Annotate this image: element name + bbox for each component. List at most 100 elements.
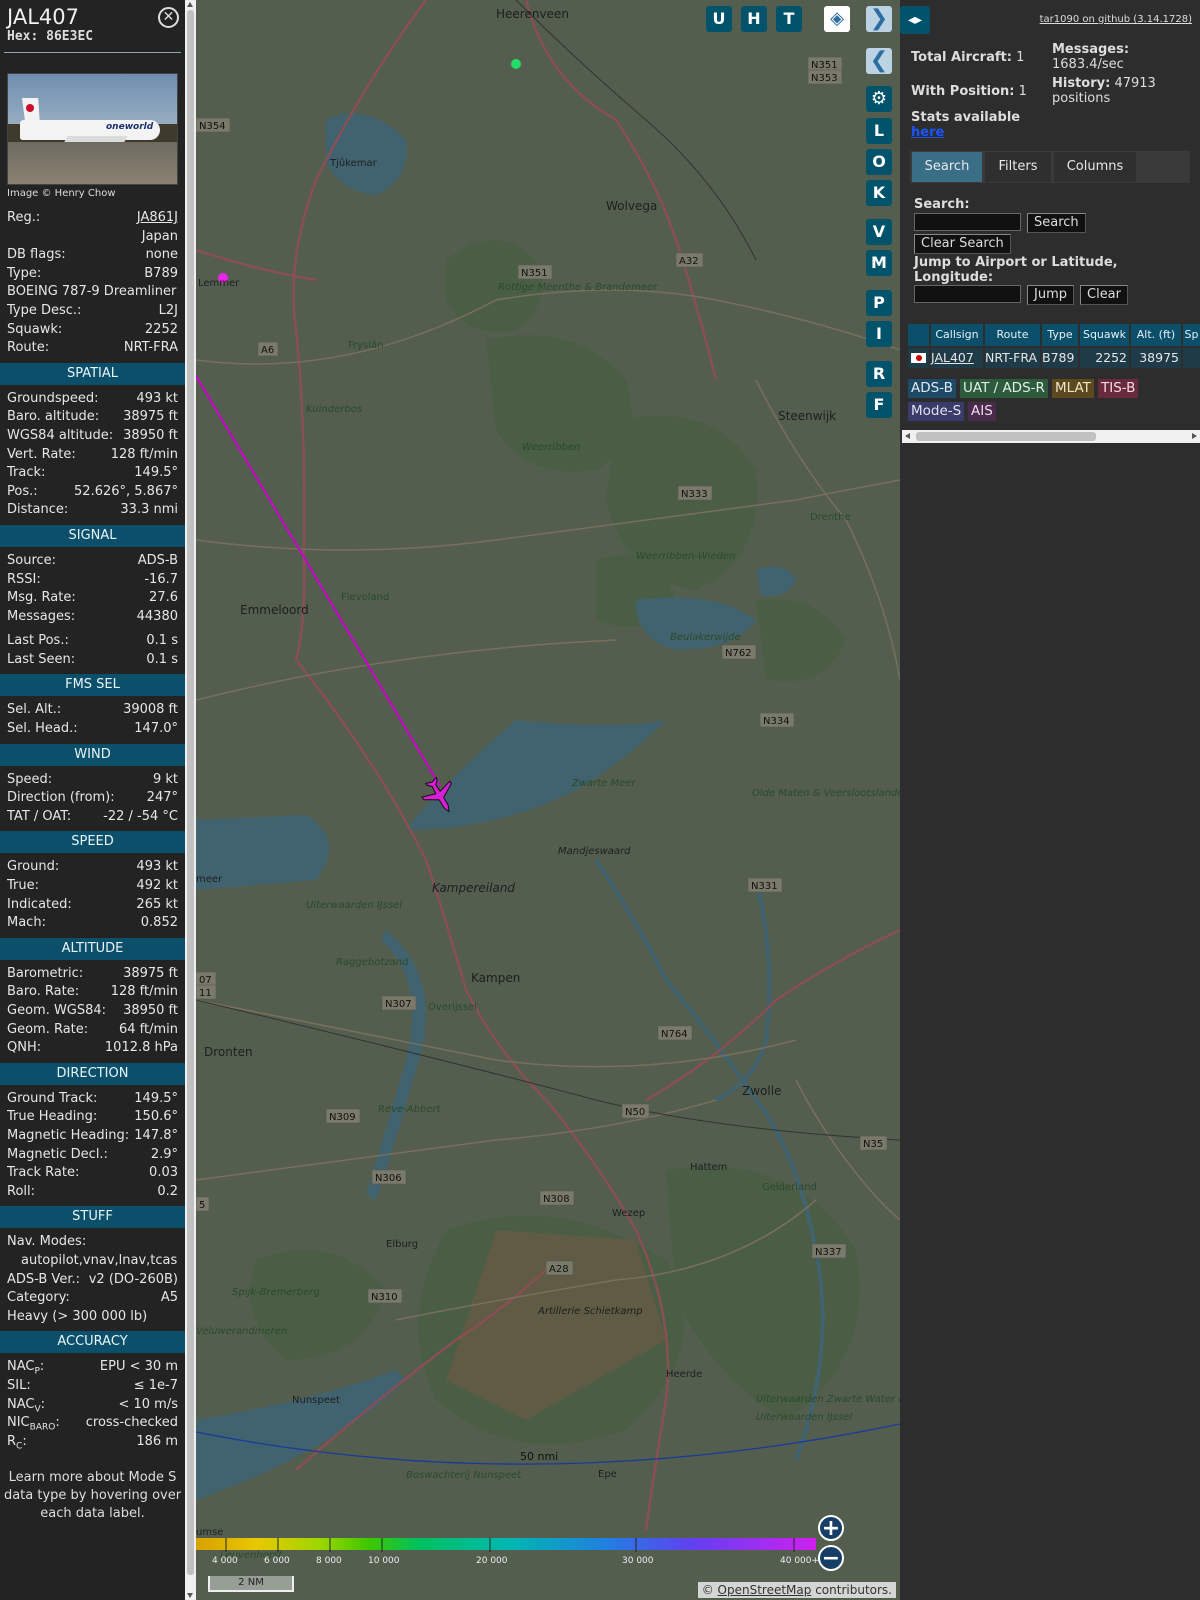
receiver-marker[interactable] bbox=[511, 59, 521, 69]
toggle-U-button[interactable]: U bbox=[706, 6, 732, 32]
info-label[interactable]: Last Seen: bbox=[7, 651, 75, 670]
close-icon[interactable]: ✕ bbox=[158, 7, 179, 28]
source-adsb[interactable]: ADS-B bbox=[908, 379, 956, 398]
info-label[interactable]: NICBARO: bbox=[7, 1414, 60, 1433]
route-column-header[interactable]: Route bbox=[985, 324, 1040, 346]
tab-search[interactable]: Search bbox=[912, 152, 982, 182]
info-scrollbar[interactable] bbox=[185, 0, 196, 1600]
search-button[interactable]: Search bbox=[1027, 213, 1086, 233]
scrollbar-thumb[interactable] bbox=[187, 10, 194, 1575]
github-link[interactable]: tar1090 on github (3.14.1728) bbox=[1040, 14, 1192, 25]
squawk-column-header[interactable]: Squawk bbox=[1080, 324, 1129, 346]
flag-column-header[interactable] bbox=[908, 324, 929, 346]
info-label[interactable]: Reg.: bbox=[7, 209, 40, 228]
info-label[interactable]: Category: bbox=[7, 1289, 70, 1308]
info-label[interactable]: Speed: bbox=[7, 771, 52, 790]
info-label[interactable]: RC: bbox=[7, 1433, 27, 1452]
info-label[interactable]: NACV: bbox=[7, 1396, 45, 1415]
jump-input[interactable] bbox=[914, 285, 1021, 303]
info-label[interactable]: Sel. Head.: bbox=[7, 720, 78, 739]
aircraft-photo[interactable]: oneworld bbox=[7, 73, 178, 185]
info-label[interactable]: Vert. Rate: bbox=[7, 446, 76, 465]
toggle-P-button[interactable]: P bbox=[866, 290, 892, 316]
source-tisb[interactable]: TIS-B bbox=[1098, 379, 1139, 398]
toggle-V-button[interactable]: V bbox=[866, 219, 892, 245]
split-panel-icon[interactable]: ◂▸ bbox=[900, 6, 930, 34]
info-label[interactable]: Source: bbox=[7, 552, 56, 571]
layers-icon[interactable]: ◈ bbox=[824, 6, 850, 32]
toggle-O-button[interactable]: O bbox=[866, 149, 892, 175]
info-label[interactable]: QNH: bbox=[7, 1039, 41, 1058]
clear-search-button[interactable]: Clear Search bbox=[914, 234, 1011, 254]
stats-link[interactable]: here bbox=[911, 125, 944, 140]
info-label[interactable]: Nav. Modes: bbox=[7, 1233, 86, 1252]
settings-gear-icon[interactable]: ⚙ bbox=[866, 86, 892, 112]
info-label[interactable]: Heavy (> 300 000 lb) bbox=[7, 1308, 147, 1327]
info-label[interactable]: Pos.: bbox=[7, 483, 38, 502]
toggle-T-button[interactable]: T bbox=[776, 6, 802, 32]
clear-jump-button[interactable]: Clear bbox=[1080, 285, 1128, 305]
info-label[interactable]: DB flags: bbox=[7, 246, 66, 265]
info-label[interactable]: NACP: bbox=[7, 1358, 44, 1377]
info-label[interactable]: Track: bbox=[7, 464, 45, 483]
zoom-in-button[interactable]: + bbox=[818, 1515, 844, 1541]
row-callsign[interactable]: JAL407 bbox=[931, 348, 983, 368]
info-label[interactable]: SIL: bbox=[7, 1377, 31, 1396]
jump-button[interactable]: Jump bbox=[1027, 285, 1074, 305]
zoom-out-button[interactable]: − bbox=[818, 1545, 844, 1571]
type-column-header[interactable]: Type bbox=[1042, 324, 1078, 346]
info-label[interactable]: Ground Track: bbox=[7, 1090, 97, 1109]
osm-link[interactable]: OpenStreetMap bbox=[718, 1583, 812, 1597]
info-label[interactable]: Baro. altitude: bbox=[7, 408, 99, 427]
info-label[interactable]: Type Desc.: bbox=[7, 302, 81, 321]
source-ais[interactable]: AIS bbox=[968, 402, 996, 421]
map-canvas[interactable]: Heerenveen Tjûkemar Wolvega Lemmer Rottige M… bbox=[196, 0, 900, 1600]
info-label[interactable]: Route: bbox=[7, 339, 49, 358]
info-label[interactable]: Geom. Rate: bbox=[7, 1021, 88, 1040]
toggle-K-button[interactable]: K bbox=[866, 180, 892, 206]
tab-columns[interactable]: Columns bbox=[1054, 152, 1136, 182]
info-label[interactable]: Msg. Rate: bbox=[7, 589, 76, 608]
info-label[interactable]: Groundspeed: bbox=[7, 390, 98, 409]
tab-filters[interactable]: Filters bbox=[985, 152, 1051, 182]
toggle-L-button[interactable]: L bbox=[866, 118, 892, 144]
source-uat-adsr[interactable]: UAT / ADS-R bbox=[960, 379, 1048, 398]
info-label[interactable]: RSSI: bbox=[7, 571, 41, 590]
callsign-column-header[interactable]: Callsign bbox=[931, 324, 983, 346]
info-label[interactable]: Track Rate: bbox=[7, 1164, 79, 1183]
info-label[interactable]: Messages: bbox=[7, 608, 75, 627]
info-label[interactable]: Squawk: bbox=[7, 321, 62, 340]
info-label[interactable]: TAT / OAT: bbox=[7, 808, 71, 827]
info-label[interactable]: Magnetic Heading: bbox=[7, 1127, 129, 1146]
table-horizontal-scrollbar[interactable] bbox=[902, 430, 1200, 443]
search-input[interactable] bbox=[914, 213, 1021, 231]
info-label[interactable]: Sel. Alt.: bbox=[7, 701, 61, 720]
info-label[interactable]: Baro. Rate: bbox=[7, 983, 79, 1002]
info-label[interactable]: ADS-B Ver.: bbox=[7, 1271, 80, 1290]
source-mlat[interactable]: MLAT bbox=[1052, 379, 1094, 398]
info-label[interactable]: Magnetic Decl.: bbox=[7, 1146, 108, 1165]
info-label[interactable]: WGS84 altitude: bbox=[7, 427, 113, 446]
toggle-F-button[interactable]: F bbox=[866, 392, 892, 418]
info-value[interactable]: JA861J bbox=[137, 209, 178, 228]
altitude-column-header[interactable]: Alt. (ft) bbox=[1131, 324, 1181, 346]
info-label[interactable]: Last Pos.: bbox=[7, 632, 69, 651]
info-label[interactable]: Distance: bbox=[7, 501, 68, 520]
info-label[interactable]: Type: bbox=[7, 265, 41, 284]
info-label[interactable]: Ground: bbox=[7, 858, 59, 877]
source-modes[interactable]: Mode-S bbox=[908, 402, 965, 421]
expand-panel-icon[interactable]: ❯ bbox=[866, 6, 892, 32]
collapse-panel-icon[interactable]: ❮ bbox=[866, 48, 892, 74]
info-label[interactable]: Roll: bbox=[7, 1183, 35, 1202]
toggle-I-button[interactable]: I bbox=[866, 321, 892, 347]
info-label[interactable]: True: bbox=[7, 877, 39, 896]
speed-column-header[interactable]: Sp bbox=[1183, 324, 1200, 346]
info-label[interactable]: Indicated: bbox=[7, 896, 72, 915]
map[interactable]: Heerenveen Tjûkemar Wolvega Lemmer Rottige M… bbox=[196, 0, 900, 1600]
info-label[interactable]: True Heading: bbox=[7, 1108, 97, 1127]
info-label[interactable]: Barometric: bbox=[7, 965, 83, 984]
toggle-M-button[interactable]: M bbox=[866, 250, 892, 276]
info-label[interactable]: Geom. WGS84: bbox=[7, 1002, 106, 1021]
toggle-R-button[interactable]: R bbox=[866, 361, 892, 387]
info-label[interactable]: Direction (from): bbox=[7, 789, 115, 808]
